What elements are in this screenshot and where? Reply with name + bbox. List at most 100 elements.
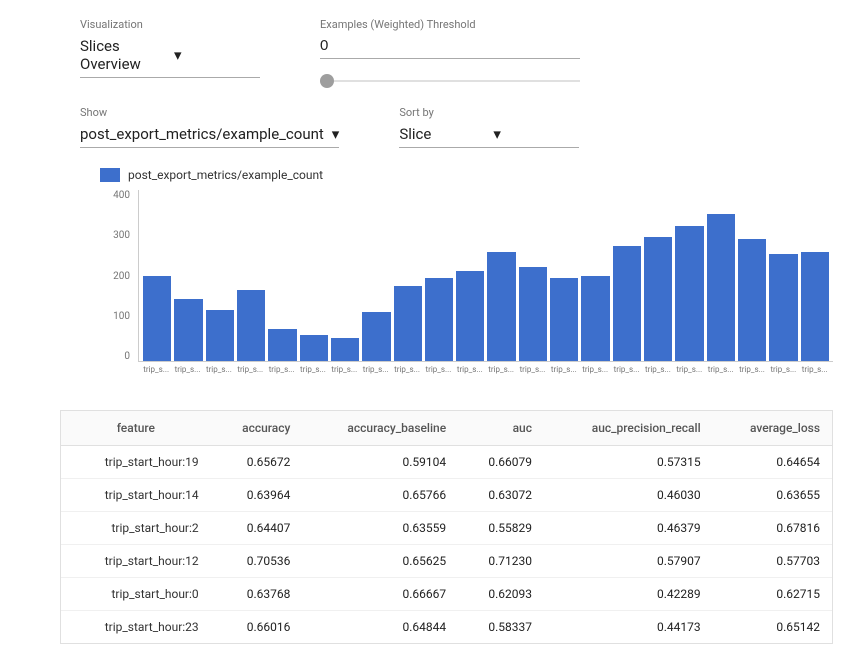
- bar-col[interactable]: [362, 190, 390, 361]
- bar-col[interactable]: [394, 190, 422, 361]
- bar: [613, 246, 641, 361]
- bar: [801, 252, 829, 361]
- x-axis-label: trip_s...: [330, 362, 358, 390]
- table-cell: 0.58337: [458, 611, 544, 644]
- bar: [300, 335, 328, 361]
- bar: [206, 310, 234, 361]
- table-cell: 0.65142: [713, 611, 832, 644]
- x-axis-label: trip_s...: [456, 362, 484, 390]
- bar-col[interactable]: [425, 190, 453, 361]
- x-axis-label: trip_s...: [362, 362, 390, 390]
- x-labels: trip_s...trip_s...trip_s...trip_s...trip…: [138, 362, 833, 390]
- x-axis-label: trip_s...: [299, 362, 327, 390]
- table-row[interactable]: trip_start_hour:120.705360.656250.712300…: [61, 545, 832, 578]
- table-cell: 0.66667: [302, 578, 458, 611]
- table-cell: 0.57315: [544, 446, 713, 479]
- bar: [174, 299, 202, 361]
- data-table: featureaccuracyaccuracy_baselineaucauc_p…: [61, 411, 832, 643]
- show-label: Show: [80, 106, 339, 119]
- table-row[interactable]: trip_start_hour:140.639640.657660.630720…: [61, 479, 832, 512]
- table-cell: 0.70536: [211, 545, 303, 578]
- visualization-control: Visualization Slices Overview ▾: [80, 18, 260, 78]
- table-row[interactable]: trip_start_hour:20.644070.635590.558290.…: [61, 512, 832, 545]
- table-cell: 0.62093: [458, 578, 544, 611]
- bar-col[interactable]: [738, 190, 766, 361]
- bar: [550, 278, 578, 361]
- sort-by-arrow-icon: ▾: [493, 125, 579, 143]
- x-axis-label: trip_s...: [518, 362, 546, 390]
- bar-col[interactable]: [331, 190, 359, 361]
- visualization-dropdown[interactable]: Slices Overview ▾: [80, 37, 260, 78]
- threshold-slider-container: [320, 71, 580, 86]
- bar-col[interactable]: [206, 190, 234, 361]
- threshold-control: Examples (Weighted) Threshold: [320, 18, 580, 86]
- bar: [487, 252, 515, 361]
- threshold-label: Examples (Weighted) Threshold: [320, 18, 580, 31]
- bar-col[interactable]: [268, 190, 296, 361]
- bar-col[interactable]: [237, 190, 265, 361]
- show-value: post_export_metrics/example_count: [80, 125, 324, 143]
- table-cell: trip_start_hour:14: [61, 479, 211, 512]
- visualization-arrow-icon: ▾: [174, 46, 260, 64]
- bar-col[interactable]: [519, 190, 547, 361]
- y-axis-label: 0: [124, 351, 130, 362]
- y-axis-label: 200: [113, 271, 130, 282]
- y-axis-label: 100: [113, 311, 130, 322]
- y-axis-label: 300: [113, 230, 130, 241]
- bar-col[interactable]: [456, 190, 484, 361]
- bar-col[interactable]: [613, 190, 641, 361]
- table-row[interactable]: trip_start_hour:190.656720.591040.660790…: [61, 446, 832, 479]
- chart-section: post_export_metrics/example_count 010020…: [0, 158, 863, 400]
- table-cell: 0.65766: [302, 479, 458, 512]
- chart-wrapper: 0100200300400 trip_s...trip_s...trip_s..…: [100, 190, 833, 390]
- x-axis-label: trip_s...: [769, 362, 797, 390]
- bar-col[interactable]: [581, 190, 609, 361]
- legend-color-swatch: [100, 168, 120, 182]
- y-axis: 0100200300400: [100, 190, 135, 362]
- sort-by-dropdown[interactable]: Slice ▾: [399, 125, 579, 148]
- bar-col[interactable]: [174, 190, 202, 361]
- x-axis-label: trip_s...: [612, 362, 640, 390]
- table-cell: trip_start_hour:12: [61, 545, 211, 578]
- table-cell: 0.57703: [713, 545, 832, 578]
- table-cell: 0.63559: [302, 512, 458, 545]
- x-axis-label: trip_s...: [581, 362, 609, 390]
- bar: [644, 237, 672, 361]
- x-axis-label: trip_s...: [393, 362, 421, 390]
- show-dropdown[interactable]: post_export_metrics/example_count ▾: [80, 125, 339, 148]
- sort-by-control: Sort by Slice ▾: [399, 106, 579, 148]
- table-row[interactable]: trip_start_hour:00.637680.666670.620930.…: [61, 578, 832, 611]
- table-cell: 0.71230: [458, 545, 544, 578]
- bar-col[interactable]: [550, 190, 578, 361]
- table-cell: 0.63655: [713, 479, 832, 512]
- bar-col[interactable]: [769, 190, 797, 361]
- x-axis-label: trip_s...: [487, 362, 515, 390]
- table-column-header: average_loss: [713, 411, 832, 446]
- table-cell: 0.67816: [713, 512, 832, 545]
- bar-col[interactable]: [675, 190, 703, 361]
- table-cell: 0.46030: [544, 479, 713, 512]
- bar-col[interactable]: [143, 190, 171, 361]
- visualization-value: Slices Overview: [80, 37, 166, 73]
- bar-col[interactable]: [300, 190, 328, 361]
- bar-col[interactable]: [707, 190, 735, 361]
- x-axis-label: trip_s...: [236, 362, 264, 390]
- bar: [268, 329, 296, 361]
- threshold-slider[interactable]: [320, 80, 580, 82]
- table-column-header: accuracy: [211, 411, 303, 446]
- bar-col[interactable]: [801, 190, 829, 361]
- bar: [519, 267, 547, 361]
- table-section: featureaccuracyaccuracy_baselineaucauc_p…: [60, 410, 833, 644]
- bar-col[interactable]: [644, 190, 672, 361]
- table-cell: trip_start_hour:19: [61, 446, 211, 479]
- x-axis-label: trip_s...: [738, 362, 766, 390]
- table-cell: 0.57907: [544, 545, 713, 578]
- bar-col[interactable]: [487, 190, 515, 361]
- threshold-input[interactable]: [320, 37, 580, 59]
- table-cell: 0.64407: [211, 512, 303, 545]
- bar: [769, 254, 797, 361]
- table-cell: 0.65625: [302, 545, 458, 578]
- bar: [331, 338, 359, 362]
- table-row[interactable]: trip_start_hour:230.660160.648440.583370…: [61, 611, 832, 644]
- bar: [456, 271, 484, 361]
